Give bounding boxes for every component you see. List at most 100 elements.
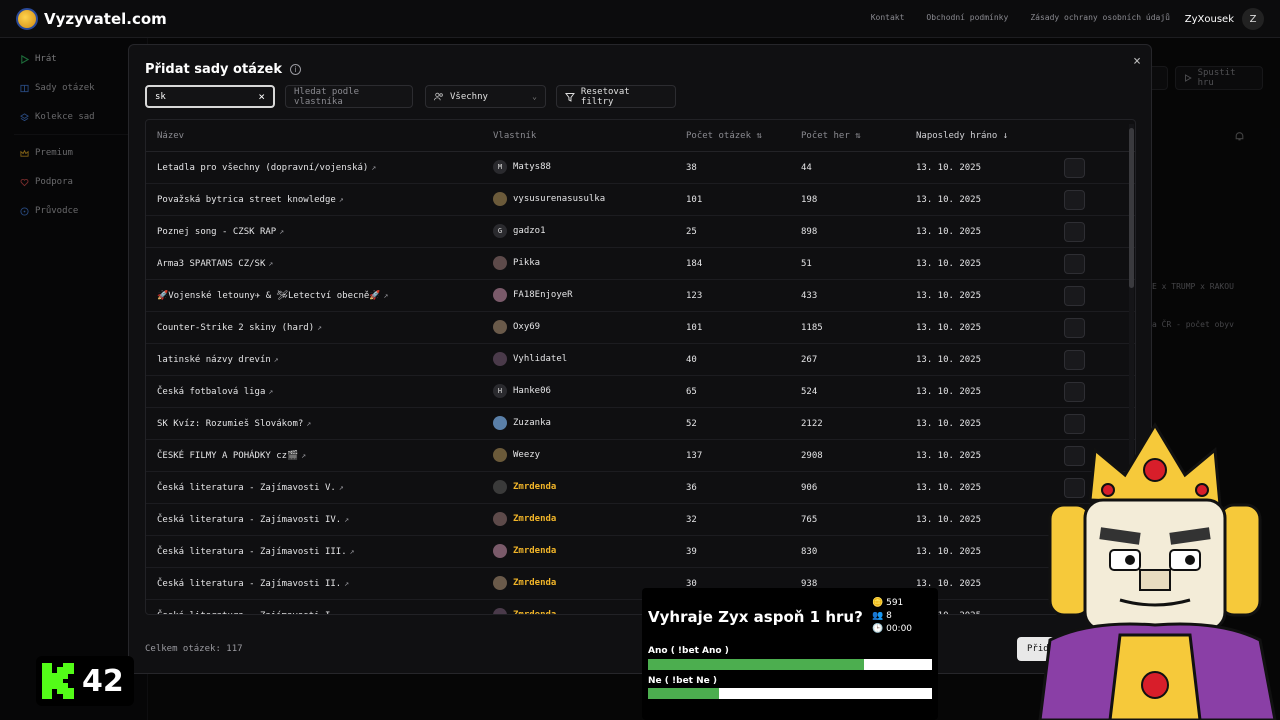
table-row[interactable]: Česká literatura - Zajímavosti III. ↗ Zmrd… (146, 536, 1135, 568)
set-owner[interactable]: M Matys88 (493, 160, 551, 174)
set-name[interactable]: Counter-Strike 2 skiny (hard) ↗ (157, 323, 322, 333)
select-checkbox[interactable] (1064, 190, 1085, 210)
set-owner[interactable]: Zmrdenda (493, 576, 556, 590)
col-name[interactable]: Název (157, 131, 184, 141)
site-logo[interactable]: Vyzyvatel.com (16, 8, 167, 30)
table-row[interactable]: latinské názvy drevín ↗ Vyhlidatel 40 267 13.… (146, 344, 1135, 376)
type-select[interactable]: Všechny ⌄ (425, 85, 546, 108)
select-checkbox[interactable] (1064, 350, 1085, 370)
set-owner[interactable]: H Hanke06 (493, 384, 551, 398)
set-owner[interactable]: Zmrdenda (493, 608, 556, 614)
scrollbar-thumb[interactable] (1129, 128, 1134, 288)
link-privacy[interactable]: Zásady ochrany osobních údajů (1030, 13, 1170, 22)
table-row[interactable]: Poznej song - CZSK RAP ↗ Ggadzo1 25 898 13. 1… (146, 216, 1135, 248)
last-played: 13. 10. 2025 (916, 323, 982, 333)
owner-avatar (493, 480, 507, 494)
filter-icon (565, 92, 575, 102)
owner-name: Zmrdenda (513, 578, 557, 588)
set-name[interactable]: Arma3 SPARTANS CZ/SK ↗ (157, 259, 273, 269)
external-link-icon[interactable]: ↗ (339, 611, 344, 614)
select-checkbox[interactable] (1064, 158, 1085, 178)
select-checkbox[interactable] (1064, 222, 1085, 242)
external-link-icon[interactable]: ↗ (301, 451, 306, 460)
external-link-icon[interactable]: ↗ (339, 483, 344, 492)
external-link-icon[interactable]: ↗ (306, 419, 311, 428)
select-checkbox[interactable] (1064, 286, 1085, 306)
set-owner[interactable]: Zmrdenda (493, 544, 556, 558)
select-checkbox[interactable] (1064, 382, 1085, 402)
table-row[interactable]: Arma3 SPARTANS CZ/SK ↗ Pikka 184 51 13. 10. 2… (146, 248, 1135, 280)
chevron-down-icon: ⌄ (532, 92, 537, 101)
external-link-icon[interactable]: ↗ (317, 323, 322, 332)
owner-name: Pikka (513, 258, 541, 268)
table-row[interactable]: Česká fotbalová liga ↗ H Hanke06 65 524 13. 10… (146, 376, 1135, 408)
type-select-value: Všechny (450, 91, 488, 102)
link-contact[interactable]: Kontakt (871, 13, 905, 22)
reset-filters-button[interactable]: Resetovat filtry (556, 85, 676, 108)
table-row[interactable]: Česká literatura - Zajímavosti V. ↗ Zmrden… (146, 472, 1135, 504)
table-row[interactable]: Česká literatura - Zajímavosti I.↗ Zmrden… (146, 600, 1135, 614)
counter-value: 42 (82, 663, 124, 699)
set-owner[interactable]: Pikka (493, 256, 540, 270)
set-owner[interactable]: Ggadzo1 (493, 224, 546, 238)
external-link-icon[interactable]: ↗ (371, 163, 376, 172)
set-name[interactable]: Letadla pro všechny (dopravní/vojenská) ↗ (157, 163, 376, 173)
external-link-icon[interactable]: ↗ (350, 547, 355, 556)
total-questions: Celkem otázek: 117 (145, 644, 243, 654)
close-icon[interactable]: × (1133, 54, 1141, 69)
link-terms[interactable]: Obchodní podmínky (926, 13, 1008, 22)
set-name[interactable]: ČESKÉ FILMY A POHÁDKY cz🎬 ↗ (157, 451, 306, 461)
set-name[interactable]: Česká literatura - Zajímavosti III. ↗ (157, 547, 354, 557)
set-owner[interactable]: Zmrdenda (493, 512, 556, 526)
set-owner[interactable]: Zuzanka (493, 416, 551, 430)
user-menu[interactable]: ZyXousek Z (1185, 8, 1264, 30)
col-last-played[interactable]: Naposledy hráno ↓ (916, 131, 1008, 141)
set-owner[interactable]: vysusurenasusulka (493, 192, 605, 206)
clear-icon[interactable]: × (258, 90, 265, 103)
set-owner[interactable]: Oxy69 (493, 320, 540, 334)
col-owner[interactable]: Vlastník (493, 131, 536, 141)
set-name-text: Letadla pro všechny (dopravní/vojenská) (157, 163, 369, 173)
external-link-icon[interactable]: ↗ (279, 227, 284, 236)
external-link-icon[interactable]: ↗ (268, 259, 273, 268)
set-owner[interactable]: Weezy (493, 448, 540, 462)
table-row[interactable]: Česká literatura - Zajímavosti II. ↗ Zmrde… (146, 568, 1135, 600)
set-name[interactable]: latinské názvy drevín ↗ (157, 355, 279, 365)
set-owner[interactable]: Zmrdenda (493, 480, 556, 494)
set-name[interactable]: Česká fotbalová liga ↗ (157, 387, 273, 397)
table-row[interactable]: SK Kvíz: Rozumieš Slovákom? ↗ Zuzanka 52 212… (146, 408, 1135, 440)
table-row[interactable]: Považská bytrica street knowledge ↗ vysusu… (146, 184, 1135, 216)
table-row[interactable]: Counter-Strike 2 skiny (hard) ↗ Oxy69 101 11… (146, 312, 1135, 344)
poll-coins: 591 (886, 598, 904, 608)
set-name[interactable]: Česká literatura - Zajímavosti V. ↗ (157, 483, 344, 493)
table-row[interactable]: Česká literatura - Zajímavosti IV. ↗ Zmrde… (146, 504, 1135, 536)
table-row[interactable]: ČESKÉ FILMY A POHÁDKY cz🎬 ↗ Weezy 137 2908 13… (146, 440, 1135, 472)
owner-avatar (493, 320, 507, 334)
game-count: 44 (801, 163, 812, 173)
owner-search-input[interactable]: Hledat podle vlastníka (285, 85, 413, 108)
set-owner[interactable]: FA18EnjoyeR (493, 288, 573, 302)
search-input[interactable]: sk × (145, 85, 275, 108)
set-name[interactable]: 🚀Vojenské letouny✈ & 🛩Letectví obecně🚀 ↗ (157, 291, 388, 301)
set-name[interactable]: SK Kvíz: Rozumieš Slovákom? ↗ (157, 419, 311, 429)
external-link-icon[interactable]: ↗ (344, 515, 349, 524)
external-link-icon[interactable]: ↗ (339, 195, 344, 204)
set-name[interactable]: Česká literatura - Zajímavosti II. ↗ (157, 579, 349, 589)
external-link-icon[interactable]: ↗ (268, 387, 273, 396)
set-name[interactable]: Česká literatura - Zajímavosti IV. ↗ (157, 515, 349, 525)
owner-avatar (493, 416, 507, 430)
external-link-icon[interactable]: ↗ (344, 579, 349, 588)
set-name[interactable]: Považská bytrica street knowledge ↗ (157, 195, 344, 205)
external-link-icon[interactable]: ↗ (383, 291, 388, 300)
table-row[interactable]: 🚀Vojenské letouny✈ & 🛩Letectví obecně🚀 ↗ F… (146, 280, 1135, 312)
external-link-icon[interactable]: ↗ (274, 355, 279, 364)
info-icon[interactable]: i (289, 64, 301, 75)
select-checkbox[interactable] (1064, 318, 1085, 338)
select-checkbox[interactable] (1064, 254, 1085, 274)
col-questions[interactable]: Počet otázek ⇅ (686, 131, 762, 141)
col-games[interactable]: Počet her ⇅ (801, 131, 861, 141)
set-name[interactable]: Česká literatura - Zajímavosti I.↗ (157, 611, 344, 614)
set-name[interactable]: Poznej song - CZSK RAP ↗ (157, 227, 284, 237)
table-row[interactable]: Letadla pro všechny (dopravní/vojenská) ↗… (146, 152, 1135, 184)
set-owner[interactable]: Vyhlidatel (493, 352, 567, 366)
